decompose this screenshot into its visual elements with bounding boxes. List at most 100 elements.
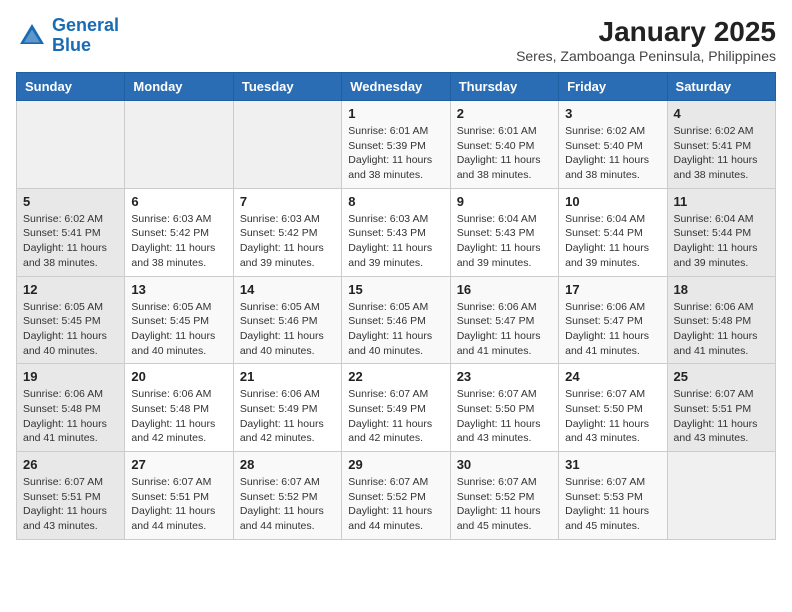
day-info: Sunrise: 6:01 AM Sunset: 5:40 PM Dayligh… [457,124,552,183]
day-number: 1 [348,106,443,121]
day-info: Sunrise: 6:02 AM Sunset: 5:41 PM Dayligh… [23,212,118,271]
day-info: Sunrise: 6:07 AM Sunset: 5:52 PM Dayligh… [348,475,443,534]
day-number: 6 [131,194,226,209]
calendar-cell [233,101,341,189]
day-info: Sunrise: 6:05 AM Sunset: 5:46 PM Dayligh… [240,300,335,359]
calendar-cell: 2 Sunrise: 6:01 AM Sunset: 5:40 PM Daylig… [450,101,558,189]
day-number: 15 [348,282,443,297]
day-info: Sunrise: 6:07 AM Sunset: 5:52 PM Dayligh… [240,475,335,534]
day-number: 3 [565,106,660,121]
calendar-week-1: 1 Sunrise: 6:01 AM Sunset: 5:39 PM Daylig… [17,101,776,189]
weekday-saturday: Saturday [667,73,775,101]
calendar-week-3: 12 Sunrise: 6:05 AM Sunset: 5:45 PM Dayli… [17,276,776,364]
calendar-cell: 20 Sunrise: 6:06 AM Sunset: 5:48 PM Dayli… [125,364,233,452]
calendar-cell: 28 Sunrise: 6:07 AM Sunset: 5:52 PM Dayli… [233,452,341,540]
calendar-cell [667,452,775,540]
day-info: Sunrise: 6:07 AM Sunset: 5:50 PM Dayligh… [457,387,552,446]
day-info: Sunrise: 6:06 AM Sunset: 5:48 PM Dayligh… [674,300,769,359]
calendar-cell: 22Sunrise: 6:07 AM Sunset: 5:49 PM Dayli… [342,364,450,452]
day-number: 7 [240,194,335,209]
calendar-week-4: 19 Sunrise: 6:06 AM Sunset: 5:48 PM Dayli… [17,364,776,452]
day-info: Sunrise: 6:06 AM Sunset: 5:48 PM Dayligh… [131,387,226,446]
day-info: Sunrise: 6:07 AM Sunset: 5:51 PM Dayligh… [23,475,118,534]
calendar-cell: 7Sunrise: 6:03 AM Sunset: 5:42 PM Daylig… [233,188,341,276]
calendar-table: SundayMondayTuesdayWednesdayThursdayFrid… [16,72,776,540]
day-number: 25 [674,369,769,384]
day-info: Sunrise: 6:02 AM Sunset: 5:41 PM Dayligh… [674,124,769,183]
weekday-tuesday: Tuesday [233,73,341,101]
day-info: Sunrise: 6:07 AM Sunset: 5:51 PM Dayligh… [131,475,226,534]
calendar-cell: 1 Sunrise: 6:01 AM Sunset: 5:39 PM Daylig… [342,101,450,189]
calendar-cell: 29 Sunrise: 6:07 AM Sunset: 5:52 PM Dayli… [342,452,450,540]
calendar-cell: 10Sunrise: 6:04 AM Sunset: 5:44 PM Dayli… [559,188,667,276]
calendar-week-5: 26 Sunrise: 6:07 AM Sunset: 5:51 PM Dayli… [17,452,776,540]
calendar-cell: 9 Sunrise: 6:04 AM Sunset: 5:43 PM Daylig… [450,188,558,276]
day-info: Sunrise: 6:07 AM Sunset: 5:50 PM Dayligh… [565,387,660,446]
calendar-cell: 12Sunrise: 6:05 AM Sunset: 5:45 PM Dayli… [17,276,125,364]
calendar-cell: 17Sunrise: 6:06 AM Sunset: 5:47 PM Dayli… [559,276,667,364]
day-number: 19 [23,369,118,384]
day-number: 5 [23,194,118,209]
logo-icon [16,20,48,52]
day-number: 27 [131,457,226,472]
day-number: 21 [240,369,335,384]
calendar-title: January 2025 [516,16,776,48]
day-info: Sunrise: 6:04 AM Sunset: 5:43 PM Dayligh… [457,212,552,271]
calendar-cell: 8 Sunrise: 6:03 AM Sunset: 5:43 PM Daylig… [342,188,450,276]
day-info: Sunrise: 6:05 AM Sunset: 5:45 PM Dayligh… [131,300,226,359]
day-number: 14 [240,282,335,297]
day-number: 13 [131,282,226,297]
calendar-cell [17,101,125,189]
logo-line2: Blue [52,35,91,55]
day-info: Sunrise: 6:06 AM Sunset: 5:47 PM Dayligh… [457,300,552,359]
day-info: Sunrise: 6:01 AM Sunset: 5:39 PM Dayligh… [348,124,443,183]
weekday-thursday: Thursday [450,73,558,101]
day-number: 10 [565,194,660,209]
logo-text: General Blue [52,16,119,56]
calendar-cell: 13 Sunrise: 6:05 AM Sunset: 5:45 PM Dayli… [125,276,233,364]
logo-line1: General [52,15,119,35]
day-number: 9 [457,194,552,209]
calendar-cell: 24 Sunrise: 6:07 AM Sunset: 5:50 PM Dayli… [559,364,667,452]
calendar-cell: 26 Sunrise: 6:07 AM Sunset: 5:51 PM Dayli… [17,452,125,540]
day-info: Sunrise: 6:05 AM Sunset: 5:46 PM Dayligh… [348,300,443,359]
day-number: 30 [457,457,552,472]
page-header: General Blue January 2025 Seres, Zamboan… [16,16,776,64]
day-info: Sunrise: 6:04 AM Sunset: 5:44 PM Dayligh… [674,212,769,271]
day-number: 2 [457,106,552,121]
day-number: 16 [457,282,552,297]
day-number: 28 [240,457,335,472]
day-info: Sunrise: 6:07 AM Sunset: 5:53 PM Dayligh… [565,475,660,534]
calendar-cell: 14 Sunrise: 6:05 AM Sunset: 5:46 PM Dayli… [233,276,341,364]
day-number: 24 [565,369,660,384]
weekday-friday: Friday [559,73,667,101]
day-number: 26 [23,457,118,472]
calendar-cell: 6 Sunrise: 6:03 AM Sunset: 5:42 PM Daylig… [125,188,233,276]
weekday-monday: Monday [125,73,233,101]
calendar-cell: 3Sunrise: 6:02 AM Sunset: 5:40 PM Daylig… [559,101,667,189]
weekday-wednesday: Wednesday [342,73,450,101]
day-info: Sunrise: 6:07 AM Sunset: 5:51 PM Dayligh… [674,387,769,446]
calendar-cell: 18Sunrise: 6:06 AM Sunset: 5:48 PM Dayli… [667,276,775,364]
day-info: Sunrise: 6:03 AM Sunset: 5:43 PM Dayligh… [348,212,443,271]
calendar-cell: 5 Sunrise: 6:02 AM Sunset: 5:41 PM Daylig… [17,188,125,276]
day-number: 29 [348,457,443,472]
calendar-cell: 23 Sunrise: 6:07 AM Sunset: 5:50 PM Dayli… [450,364,558,452]
day-number: 12 [23,282,118,297]
day-info: Sunrise: 6:03 AM Sunset: 5:42 PM Dayligh… [131,212,226,271]
day-info: Sunrise: 6:06 AM Sunset: 5:47 PM Dayligh… [565,300,660,359]
calendar-cell: 21Sunrise: 6:06 AM Sunset: 5:49 PM Dayli… [233,364,341,452]
day-info: Sunrise: 6:07 AM Sunset: 5:49 PM Dayligh… [348,387,443,446]
calendar-cell: 16 Sunrise: 6:06 AM Sunset: 5:47 PM Dayli… [450,276,558,364]
calendar-cell: 4 Sunrise: 6:02 AM Sunset: 5:41 PM Daylig… [667,101,775,189]
calendar-body: 1 Sunrise: 6:01 AM Sunset: 5:39 PM Daylig… [17,101,776,540]
day-number: 8 [348,194,443,209]
day-number: 23 [457,369,552,384]
calendar-cell: 15 Sunrise: 6:05 AM Sunset: 5:46 PM Dayli… [342,276,450,364]
calendar-cell: 30Sunrise: 6:07 AM Sunset: 5:52 PM Dayli… [450,452,558,540]
weekday-sunday: Sunday [17,73,125,101]
day-number: 11 [674,194,769,209]
day-number: 4 [674,106,769,121]
day-number: 20 [131,369,226,384]
title-block: January 2025 Seres, Zamboanga Peninsula,… [516,16,776,64]
